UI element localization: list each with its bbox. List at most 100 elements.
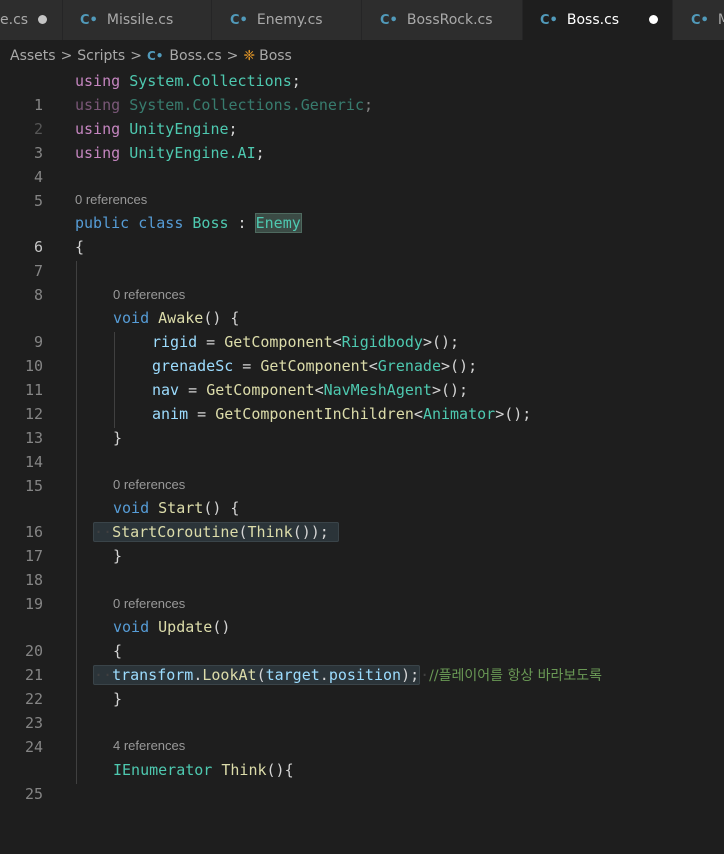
code-line[interactable]: 5 bbox=[0, 165, 724, 210]
code-line[interactable]: 14 } bbox=[0, 426, 724, 471]
codelens-references[interactable]: 0 references bbox=[113, 474, 185, 496]
method-call: GetComponentInChildren bbox=[215, 405, 414, 423]
keyword: using bbox=[75, 144, 121, 162]
code-line[interactable]: 23 } bbox=[0, 687, 724, 732]
tab-label: Missile.cs bbox=[106, 12, 174, 28]
namespace: System.Collections.Generic bbox=[129, 96, 364, 114]
keyword: using bbox=[75, 96, 121, 114]
method-call: StartCoroutine bbox=[112, 523, 239, 541]
code-line[interactable]: 9 void Awake() { bbox=[0, 306, 724, 351]
selection-highlight: ··transform.LookAt(target.position); bbox=[93, 665, 421, 685]
code-line[interactable]: 7 { bbox=[0, 235, 724, 280]
type-name: Animator bbox=[422, 405, 496, 423]
keyword: public bbox=[75, 214, 130, 232]
tab-enemy[interactable]: C• Enemy.cs bbox=[212, 0, 362, 40]
variable: nav bbox=[152, 381, 180, 399]
tab-label: BossRock.cs bbox=[406, 12, 493, 28]
keyword: void bbox=[113, 618, 150, 636]
tab-e-cs[interactable]: e.cs bbox=[0, 0, 63, 40]
csharp-file-icon: C• bbox=[691, 12, 709, 28]
class-symbol-icon: ❈ bbox=[243, 48, 256, 64]
code-line[interactable]: 16 void Start() { bbox=[0, 496, 724, 541]
tab-label: Boss.cs bbox=[566, 12, 620, 28]
line-number: 5 bbox=[33, 192, 43, 210]
line-number: 19 bbox=[24, 595, 43, 613]
keyword: using bbox=[75, 72, 121, 90]
variable: anim bbox=[152, 405, 189, 423]
method-call: GetComponent bbox=[224, 333, 333, 351]
variable: target bbox=[265, 666, 320, 684]
method-call: Think bbox=[247, 523, 293, 541]
chevron-right-icon: > bbox=[226, 48, 239, 64]
breadcrumb-assets[interactable]: Assets bbox=[10, 48, 56, 64]
code-line[interactable]: 19 bbox=[0, 568, 724, 613]
code-line[interactable]: 1 using System.Collections; bbox=[0, 69, 724, 114]
modified-dot-icon[interactable] bbox=[649, 15, 658, 24]
method-name: Start bbox=[158, 499, 204, 517]
method-name: Update bbox=[158, 618, 213, 636]
keyword: void bbox=[113, 309, 150, 327]
csharp-file-icon: C• bbox=[80, 12, 98, 28]
code-line[interactable]: 13 anim = GetComponentInChildren<Animato… bbox=[0, 402, 724, 447]
breadcrumb-symbol[interactable]: Boss bbox=[259, 48, 292, 64]
code-line[interactable]: 21 { bbox=[0, 639, 724, 684]
code-line[interactable]: 11 grenadeSc = GetComponent<Grenade>(); bbox=[0, 354, 724, 399]
tab-boss[interactable]: C• Boss.cs bbox=[523, 0, 673, 40]
code-line[interactable]: 12 nav = GetComponent<NavMeshAgent>(); bbox=[0, 378, 724, 423]
variable: rigid bbox=[152, 333, 198, 351]
code-line[interactable]: 17 ··StartCoroutine(Think()); bbox=[0, 520, 724, 565]
keyword: class bbox=[138, 214, 184, 232]
code-line[interactable]: 18 } bbox=[0, 544, 724, 589]
line-number: 24 bbox=[24, 738, 43, 756]
variable: position bbox=[328, 666, 402, 684]
code-line[interactable]: 20 void Update() bbox=[0, 615, 724, 660]
code-editor[interactable]: 1 using System.Collections; 2 using Syst… bbox=[0, 69, 724, 803]
codelens-references[interactable]: 4 references bbox=[113, 735, 185, 757]
code-line[interactable]: 4 using UnityEngine.AI; bbox=[0, 141, 724, 186]
chevron-right-icon: > bbox=[130, 48, 142, 64]
method-name: Think bbox=[221, 761, 267, 779]
line-number: 8 bbox=[33, 286, 43, 304]
codelens-references[interactable]: 0 references bbox=[75, 189, 147, 211]
csharp-file-icon: C• bbox=[380, 12, 398, 28]
method-call: LookAt bbox=[202, 666, 257, 684]
code-line[interactable]: 25 IEnumerator Think(){ bbox=[0, 758, 724, 803]
csharp-file-icon: C• bbox=[230, 12, 248, 28]
class-name: Boss bbox=[192, 214, 229, 232]
breadcrumb-file[interactable]: Boss.cs bbox=[169, 48, 221, 64]
modified-dot-icon[interactable] bbox=[38, 15, 47, 24]
base-class-name[interactable]: Enemy bbox=[254, 213, 302, 233]
type-name: Rigidbody bbox=[341, 333, 423, 351]
tab-missile[interactable]: C• Missile.cs bbox=[63, 0, 212, 40]
variable: transform bbox=[112, 666, 194, 684]
keyword: using bbox=[75, 120, 121, 138]
variable: grenadeSc bbox=[152, 357, 234, 375]
codelens-references[interactable]: 0 references bbox=[113, 284, 185, 306]
namespace: System.Collections bbox=[129, 72, 292, 90]
method-call: GetComponent bbox=[260, 357, 369, 375]
code-line[interactable]: 2 using System.Collections.Generic; bbox=[0, 93, 724, 138]
breadcrumb: Assets > Scripts > C• Boss.cs > ❈ Boss bbox=[0, 40, 724, 72]
tab-label: e.cs bbox=[0, 12, 29, 28]
code-line[interactable]: 22 ··transform.LookAt(target.position);·… bbox=[0, 663, 724, 708]
breadcrumb-scripts[interactable]: Scripts bbox=[77, 48, 125, 64]
tab-bar: e.cs C• Missile.cs C• Enemy.cs C• BossRo… bbox=[0, 0, 724, 40]
codelens-references[interactable]: 0 references bbox=[113, 593, 185, 615]
code-comment: //플레이어를 항상 바라보도록 bbox=[429, 668, 603, 684]
code-line[interactable]: 15 bbox=[0, 450, 724, 495]
method-name: Awake bbox=[158, 309, 204, 327]
code-line[interactable]: 3 using UnityEngine; bbox=[0, 117, 724, 162]
csharp-file-icon: C• bbox=[146, 49, 164, 63]
namespace: UnityEngine.AI bbox=[129, 144, 256, 162]
code-line[interactable]: 6 public class Boss : Enemy bbox=[0, 211, 724, 256]
tab-label: Enemy.cs bbox=[256, 12, 323, 28]
line-number: 25 bbox=[24, 785, 43, 803]
tab-bossrock[interactable]: C• BossRock.cs bbox=[362, 0, 523, 40]
namespace: UnityEngine bbox=[129, 120, 229, 138]
code-line[interactable]: 24 bbox=[0, 711, 724, 756]
code-line[interactable]: 10 rigid = GetComponent<Rigidbody>(); bbox=[0, 330, 724, 375]
chevron-right-icon: > bbox=[60, 48, 73, 64]
tab-m[interactable]: C• M bbox=[673, 0, 724, 40]
code-line[interactable]: 8 bbox=[0, 259, 724, 304]
type-name: NavMeshAgent bbox=[323, 381, 432, 399]
